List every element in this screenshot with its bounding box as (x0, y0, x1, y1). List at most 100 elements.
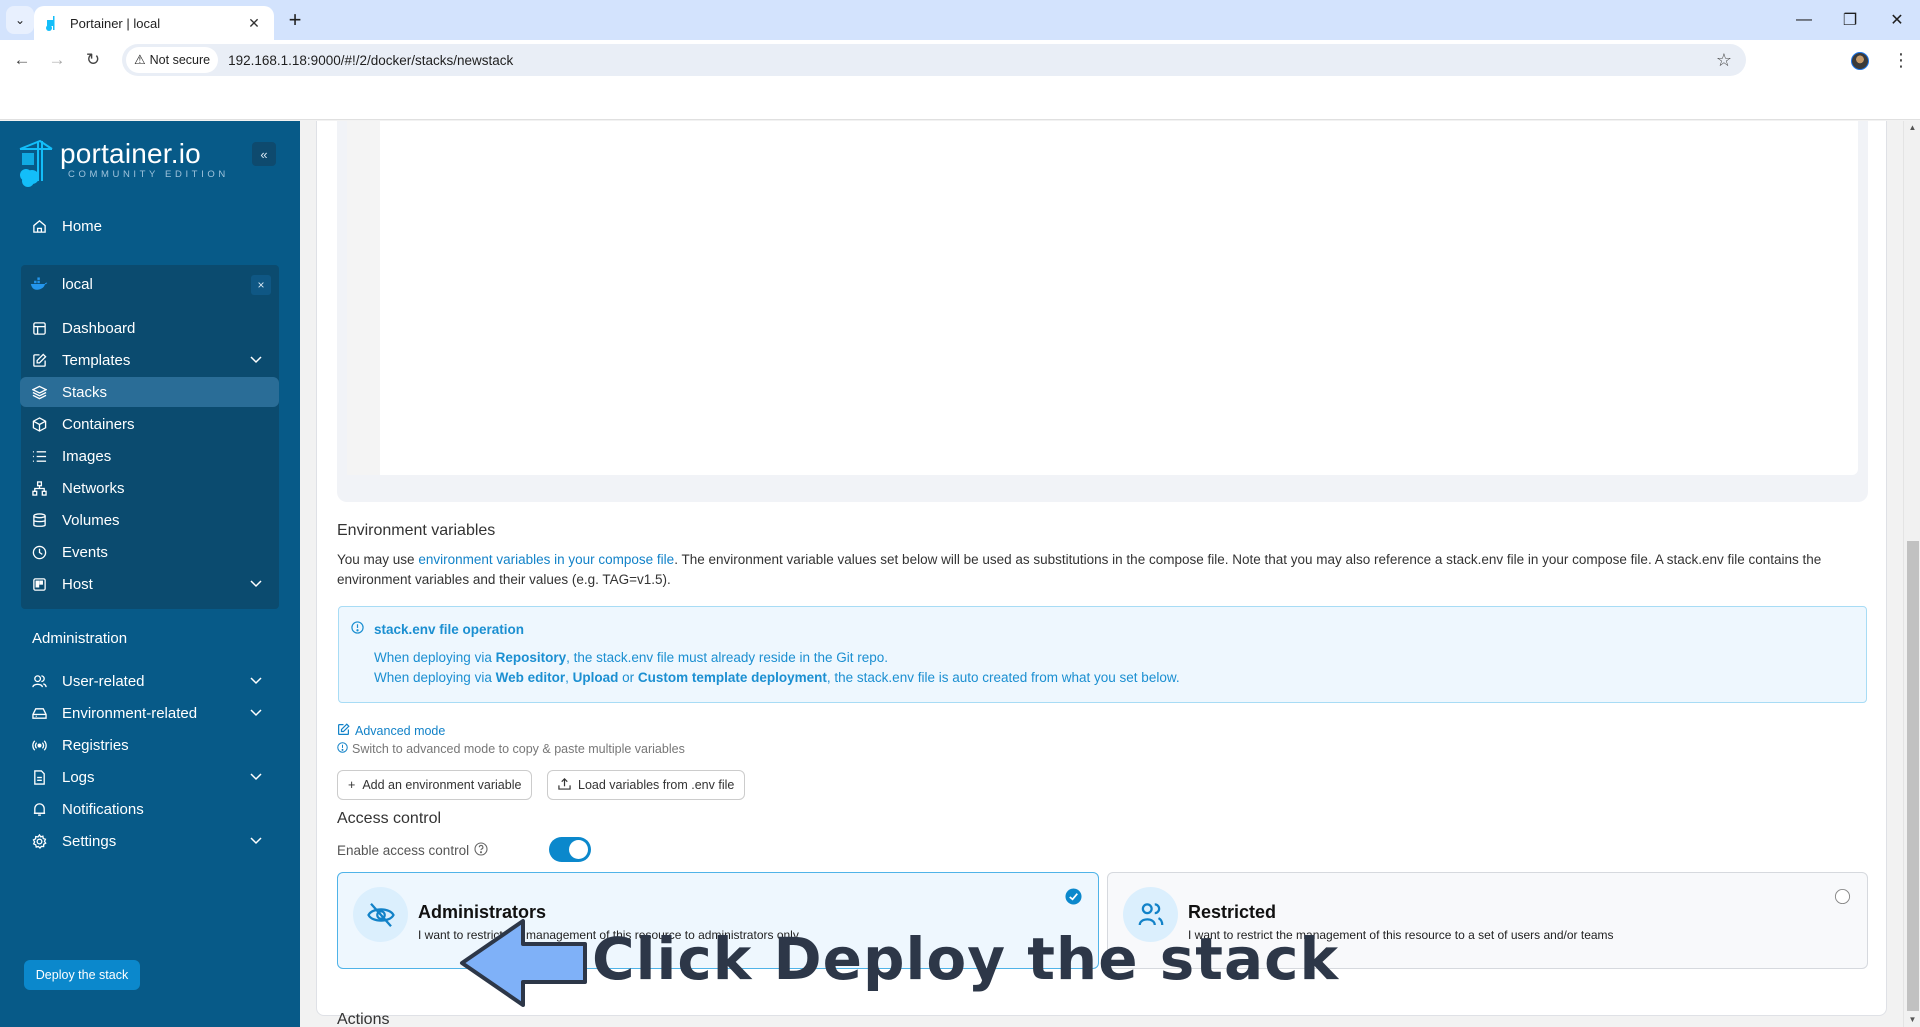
file-text-icon (30, 768, 48, 786)
layers-icon (30, 383, 48, 401)
restore-button[interactable]: ❐ (1827, 0, 1873, 40)
sidebar-item-label: Containers (62, 415, 135, 433)
sidebar-item-label: Templates (62, 351, 131, 369)
sidebar-item-stacks[interactable]: Stacks (20, 377, 279, 407)
environment-header: local (20, 269, 279, 299)
sidebar-item-dashboard[interactable]: Dashboard (20, 313, 279, 343)
hard-drive-icon (30, 704, 48, 722)
clock-icon (30, 543, 48, 561)
env-vars-heading: Environment variables (337, 522, 496, 539)
logo-subtitle: COMMUNITY EDITION (68, 169, 229, 180)
chevron-down-icon[interactable] (247, 837, 265, 845)
close-icon: ✕ (1890, 12, 1904, 29)
bell-icon (30, 800, 48, 818)
browser-tab-bar: ⌄ Portainer | local ✕ + — ❐ ✕ (0, 0, 1920, 40)
deploy-stack-button[interactable]: Deploy the stack (24, 960, 140, 990)
access-control-heading: Access control (337, 810, 442, 827)
annotation-text: Click Deploy the stack (592, 925, 1340, 993)
info-circle-icon (337, 742, 348, 756)
check-circle-icon (1065, 888, 1082, 905)
warning-icon: ⚠ (134, 52, 146, 67)
radio-unchecked-icon (1834, 888, 1851, 905)
actions-heading: Actions (337, 1011, 390, 1027)
list-icon (30, 447, 48, 465)
scroll-up-arrow-icon[interactable]: ▲ (1904, 121, 1920, 135)
sidebar-item-images[interactable]: Images (20, 441, 279, 471)
portainer-logo[interactable]: portainer.io COMMUNITY EDITION (18, 139, 229, 187)
compose-editor[interactable] (347, 121, 1858, 475)
chevron-down-icon[interactable] (247, 580, 265, 588)
help-icon[interactable] (474, 842, 488, 859)
main-content: Environment variables You may use enviro… (300, 121, 1900, 1027)
bookmark-star-icon[interactable]: ☆ (1716, 50, 1732, 71)
sidebar-item-templates[interactable]: Templates (20, 345, 279, 375)
add-env-variable-button[interactable]: + Add an environment variable (337, 770, 533, 800)
sidebar-item-label: Registries (62, 736, 129, 754)
address-bar[interactable]: ⚠ Not secure 192.168.1.18:9000/#!/2/dock… (122, 44, 1746, 76)
portainer-favicon-icon (46, 16, 55, 31)
chevron-down-icon[interactable] (247, 773, 265, 781)
sidebar-item-registries[interactable]: Registries (20, 730, 279, 760)
environment-name: local (62, 275, 93, 293)
restore-icon: ❐ (1842, 12, 1858, 29)
docker-icon (30, 275, 48, 293)
sidebar-item-logs[interactable]: Logs (20, 762, 279, 792)
sidebar: portainer.io COMMUNITY EDITION « Home lo… (0, 121, 300, 1027)
sidebar-item-label: Settings (62, 832, 117, 850)
close-window-button[interactable]: ✕ (1874, 0, 1920, 40)
sidebar-item-settings[interactable]: Settings (20, 826, 279, 856)
env-vars-docs-link[interactable]: environment variables in your compose fi… (418, 552, 674, 567)
sidebar-item-networks[interactable]: Networks (20, 473, 279, 503)
forward-button[interactable]: → (45, 48, 69, 72)
minimize-button[interactable]: — (1781, 0, 1827, 40)
tab-search-button[interactable]: ⌄ (6, 6, 34, 34)
chevron-down-icon: ⌄ (14, 13, 26, 27)
new-tab-button[interactable]: + (282, 8, 308, 34)
reload-button[interactable]: ↻ (81, 48, 105, 72)
chevron-down-icon[interactable] (247, 677, 265, 685)
url-text[interactable]: 192.168.1.18:9000/#!/2/docker/stacks/new… (228, 53, 513, 68)
stack-env-info-box: stack.env file operation When deploying … (338, 606, 1867, 703)
edit-icon (337, 723, 350, 739)
advanced-mode-link[interactable]: Advanced mode (337, 723, 445, 739)
browser-tab[interactable]: Portainer | local ✕ (34, 6, 274, 40)
sidebar-item-user-related[interactable]: User-related (20, 666, 279, 696)
close-environment-button[interactable]: × (251, 275, 271, 295)
browser-toolbar: ← → ↻ ⚠ Not secure 192.168.1.18:9000/#!/… (0, 40, 1920, 80)
close-tab-icon[interactable]: ✕ (244, 15, 264, 32)
load-env-file-button[interactable]: Load variables from .env file (547, 770, 746, 800)
page-scrollbar[interactable]: ▲ ▼ (1903, 121, 1920, 1027)
sidebar-item-label: Images (62, 447, 112, 465)
info-line-repository: When deploying via Repository, the stack… (374, 650, 888, 665)
scrollbar-thumb[interactable] (1907, 541, 1919, 1011)
sidebar-item-environment-related[interactable]: Environment-related (20, 698, 279, 728)
advanced-hint-text: Switch to advanced mode to copy & paste … (352, 742, 685, 756)
sidebar-item-host[interactable]: Host (20, 569, 279, 599)
info-line-web-editor: When deploying via Web editor, Upload or… (374, 670, 1180, 685)
back-button[interactable]: ← (10, 48, 34, 72)
gear-icon (30, 832, 48, 850)
site-info-chip[interactable]: ⚠ Not secure (126, 47, 219, 73)
arrow-left-icon: ← (13, 50, 31, 69)
sidebar-item-containers[interactable]: Containers (20, 409, 279, 439)
sidebar-item-notifications[interactable]: Notifications (20, 794, 279, 824)
access-control-toggle[interactable] (549, 837, 591, 862)
profile-avatar[interactable] (1851, 52, 1869, 70)
reload-icon: ↻ (85, 50, 101, 69)
chevron-down-icon[interactable] (247, 356, 265, 364)
sidebar-item-volumes[interactable]: Volumes (20, 505, 279, 535)
users-icon (30, 672, 48, 690)
collapse-sidebar-button[interactable]: « (252, 142, 276, 166)
button-label: Load variables from .env file (578, 778, 735, 792)
scroll-down-arrow-icon[interactable]: ▼ (1904, 1013, 1920, 1027)
info-circle-icon (351, 621, 364, 637)
database-icon (30, 511, 48, 529)
access-control-toggle-row: Enable access control (337, 842, 488, 859)
sidebar-item-home[interactable]: Home (20, 211, 279, 241)
browser-menu-icon[interactable]: ⋮ (1892, 48, 1910, 72)
info-box-header: stack.env file operation (351, 621, 524, 637)
minimize-icon: — (1796, 11, 1812, 28)
sidebar-item-events[interactable]: Events (20, 537, 279, 567)
option-title: Restricted (1188, 902, 1277, 922)
chevron-down-icon[interactable] (247, 709, 265, 717)
